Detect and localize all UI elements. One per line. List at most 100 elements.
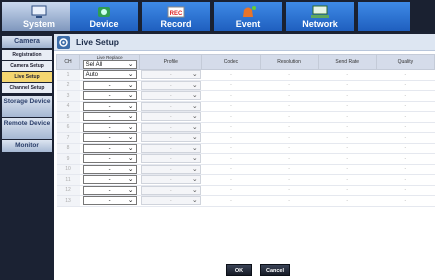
header-codec: Codec — [201, 54, 261, 70]
sidebar-item-live-setup[interactable]: Live Setup — [2, 72, 52, 82]
cancel-button[interactable]: Cancel — [260, 264, 290, 276]
ok-button[interactable]: OK — [226, 264, 252, 276]
row-codec: - — [201, 132, 260, 144]
chevron-down-icon: ⌄ — [127, 197, 134, 205]
chevron-down-icon: ⌄ — [127, 92, 134, 100]
profile-select[interactable]: - ⌄ — [140, 133, 201, 143]
sidebar-remote-device[interactable]: Remote Device — [2, 118, 52, 139]
tab-device[interactable]: Device — [70, 2, 138, 31]
sel-all-select[interactable]: Sel All ⌄ — [82, 60, 137, 69]
row-send-rate: - — [318, 101, 377, 112]
network-icon — [310, 5, 330, 19]
row-channel: 8 — [56, 143, 80, 154]
table-row: 2- ⌄ - ⌄ - - - - — [56, 80, 435, 91]
live-replace-value: - — [108, 187, 111, 194]
row-profile: - ⌄ — [139, 122, 202, 133]
profile-select[interactable]: - ⌄ — [140, 143, 201, 153]
live-setup-table: CH Live Replace Sel All ⌄ Profile Codec R… — [55, 54, 435, 207]
monitor-icon — [29, 5, 49, 19]
profile-select[interactable]: - ⌄ — [140, 122, 201, 132]
header-live-replace: Live Replace Sel All ⌄ — [79, 54, 141, 70]
sidebar-storage-device[interactable]: Storage Device — [2, 96, 52, 117]
camera-icon — [94, 5, 114, 19]
profile-select[interactable]: - ⌄ — [140, 175, 201, 185]
tab-device-label: Device — [89, 19, 119, 29]
row-send-rate: - — [318, 143, 377, 154]
profile-value: - — [169, 177, 172, 184]
live-replace-select[interactable]: - ⌄ — [82, 101, 137, 111]
header-send-rate: Send Rate — [317, 54, 377, 70]
live-replace-select[interactable]: - ⌄ — [82, 185, 137, 195]
live-replace-select[interactable]: - ⌄ — [82, 175, 137, 185]
tab-network-label: Network — [302, 19, 338, 29]
row-channel: 3 — [56, 90, 80, 102]
sidebar-item-registration[interactable]: Registration — [2, 50, 52, 60]
profile-value: - — [169, 145, 172, 152]
live-replace-select[interactable]: - ⌄ — [82, 196, 137, 206]
profile-select[interactable]: - ⌄ — [140, 112, 201, 122]
chevron-down-icon: ⌄ — [127, 113, 134, 121]
row-codec: - — [201, 143, 260, 154]
profile-select[interactable]: - ⌄ — [140, 154, 201, 164]
profile-select[interactable]: - ⌄ — [140, 185, 201, 195]
profile-select[interactable]: - ⌄ — [140, 101, 201, 111]
row-quality: - — [376, 164, 435, 175]
row-send-rate: - — [318, 111, 377, 123]
live-replace-select[interactable]: - ⌄ — [82, 91, 137, 101]
tab-event[interactable]: Event — [214, 2, 282, 31]
row-quality: - — [376, 101, 435, 112]
tab-system[interactable]: System — [2, 2, 76, 31]
profile-select[interactable]: - ⌄ — [140, 80, 201, 90]
live-replace-select[interactable]: - ⌄ — [82, 80, 137, 90]
profile-select[interactable]: - ⌄ — [140, 164, 201, 174]
live-replace-select[interactable]: - ⌄ — [82, 164, 137, 174]
header-ch: CH — [55, 54, 81, 70]
profile-select[interactable]: - ⌄ — [140, 196, 201, 206]
table-row: 3- ⌄ - ⌄ - - - - — [56, 90, 435, 102]
profile-select[interactable]: - ⌄ — [140, 70, 201, 80]
chevron-down-icon: ⌄ — [127, 176, 134, 184]
chevron-down-icon: ⌄ — [191, 197, 198, 205]
chevron-down-icon: ⌄ — [127, 186, 134, 194]
tab-network[interactable]: Network — [286, 2, 354, 31]
live-replace-select[interactable]: Auto ⌄ — [82, 70, 137, 80]
row-codec: - — [201, 69, 260, 81]
row-send-rate: - — [318, 69, 377, 81]
sidebar-item-camera-setup[interactable]: Camera Setup — [2, 61, 52, 71]
profile-select[interactable]: - ⌄ — [140, 91, 201, 101]
profile-value: - — [169, 187, 172, 194]
sidebar-monitor[interactable]: Monitor — [2, 140, 52, 152]
chevron-down-icon: ⌄ — [191, 155, 198, 163]
row-resolution: - — [260, 69, 319, 81]
row-quality: - — [376, 122, 435, 133]
sidebar-camera-header[interactable]: Camera — [2, 36, 52, 48]
bell-icon — [238, 5, 258, 19]
live-replace-select[interactable]: - ⌄ — [82, 143, 137, 153]
profile-value: - — [169, 135, 172, 142]
live-replace-select[interactable]: - ⌄ — [82, 122, 137, 132]
page-title: Live Setup — [76, 37, 119, 47]
table-row: 8- ⌄ - ⌄ - - - - — [56, 143, 435, 154]
tab-record[interactable]: REC Record — [142, 2, 210, 31]
row-resolution: - — [260, 153, 319, 165]
live-replace-select[interactable]: - ⌄ — [82, 133, 137, 143]
top-navigation: System Device REC Record Event Network — [0, 0, 435, 32]
live-replace-select[interactable]: - ⌄ — [82, 112, 137, 122]
row-quality: - — [376, 69, 435, 81]
row-live-replace: - ⌄ — [79, 90, 140, 102]
profile-value: - — [169, 166, 172, 173]
row-profile: - ⌄ — [139, 185, 202, 196]
row-channel: 9 — [56, 153, 80, 165]
profile-value: - — [169, 198, 172, 205]
chevron-down-icon: ⌄ — [191, 92, 198, 100]
row-channel: 5 — [56, 111, 80, 123]
row-send-rate: - — [318, 132, 377, 144]
table-row: 9- ⌄ - ⌄ - - - - — [56, 153, 435, 165]
row-live-replace: - ⌄ — [79, 174, 140, 186]
chevron-down-icon: ⌄ — [127, 155, 134, 163]
row-codec: - — [201, 90, 260, 102]
sidebar-item-channel-setup[interactable]: Channel Setup — [2, 83, 52, 93]
live-replace-select[interactable]: - ⌄ — [82, 154, 137, 164]
row-quality: - — [376, 195, 435, 207]
row-profile: - ⌄ — [139, 101, 202, 112]
